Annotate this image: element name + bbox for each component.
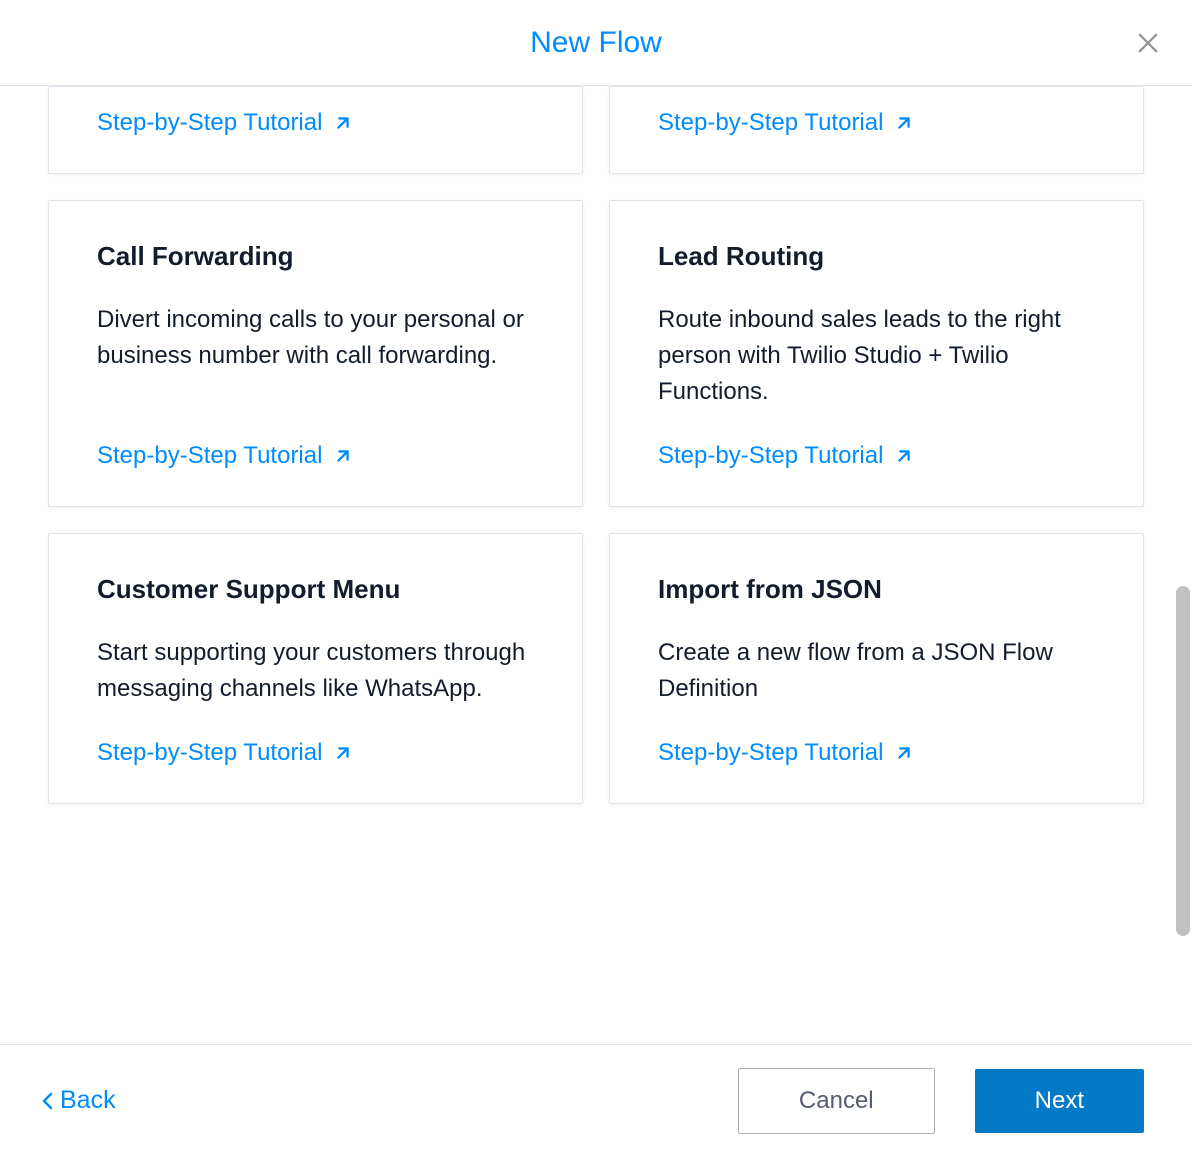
external-link-icon: [893, 742, 915, 764]
chevron-left-icon: [40, 1089, 56, 1113]
tutorial-link-label: Step-by-Step Tutorial: [658, 739, 883, 767]
template-card-customer-support[interactable]: Customer Support Menu Start supporting y…: [48, 533, 583, 804]
card-description: Create a new flow from a JSON Flow Defin…: [658, 635, 1095, 707]
external-link-icon: [893, 445, 915, 467]
modal-header: New Flow: [0, 0, 1192, 86]
tutorial-link[interactable]: Step-by-Step Tutorial: [97, 442, 534, 470]
modal-content: Step-by-Step Tutorial Step-by-Step Tutor…: [0, 86, 1192, 1044]
modal-footer: Back Cancel Next: [0, 1044, 1192, 1156]
cancel-button[interactable]: Cancel: [738, 1068, 935, 1134]
card-title: Customer Support Menu: [97, 574, 534, 605]
card-description: Divert incoming calls to your personal o…: [97, 302, 534, 410]
template-card-lead-routing[interactable]: Lead Routing Route inbound sales leads t…: [609, 200, 1144, 507]
card-description: Route inbound sales leads to the right p…: [658, 302, 1095, 410]
card-title: Import from JSON: [658, 574, 1095, 605]
tutorial-link-label: Step-by-Step Tutorial: [658, 109, 883, 137]
back-button[interactable]: Back: [40, 1086, 116, 1115]
card-description: Start supporting your customers through …: [97, 635, 534, 707]
template-card[interactable]: Step-by-Step Tutorial: [609, 86, 1144, 174]
template-cards-grid: Step-by-Step Tutorial Step-by-Step Tutor…: [48, 86, 1144, 834]
external-link-icon: [332, 112, 354, 134]
external-link-icon: [893, 112, 915, 134]
close-icon: [1134, 29, 1162, 57]
tutorial-link[interactable]: Step-by-Step Tutorial: [97, 109, 534, 137]
external-link-icon: [332, 445, 354, 467]
template-card[interactable]: Step-by-Step Tutorial: [48, 86, 583, 174]
external-link-icon: [332, 742, 354, 764]
scrollbar-track: [1176, 86, 1190, 1044]
tutorial-link-label: Step-by-Step Tutorial: [658, 442, 883, 470]
modal-title: New Flow: [530, 26, 662, 60]
tutorial-link-label: Step-by-Step Tutorial: [97, 109, 322, 137]
tutorial-link-label: Step-by-Step Tutorial: [97, 442, 322, 470]
tutorial-link[interactable]: Step-by-Step Tutorial: [658, 739, 1095, 767]
template-card-call-forwarding[interactable]: Call Forwarding Divert incoming calls to…: [48, 200, 583, 507]
next-button[interactable]: Next: [975, 1069, 1144, 1133]
scrollbar-thumb[interactable]: [1176, 586, 1190, 936]
footer-actions: Cancel Next: [738, 1068, 1144, 1134]
tutorial-link[interactable]: Step-by-Step Tutorial: [97, 739, 534, 767]
back-label: Back: [60, 1086, 116, 1115]
close-button[interactable]: [1132, 27, 1164, 59]
tutorial-link-label: Step-by-Step Tutorial: [97, 739, 322, 767]
card-title: Call Forwarding: [97, 241, 534, 272]
tutorial-link[interactable]: Step-by-Step Tutorial: [658, 109, 1095, 137]
card-title: Lead Routing: [658, 241, 1095, 272]
tutorial-link[interactable]: Step-by-Step Tutorial: [658, 442, 1095, 470]
template-card-import-json[interactable]: Import from JSON Create a new flow from …: [609, 533, 1144, 804]
